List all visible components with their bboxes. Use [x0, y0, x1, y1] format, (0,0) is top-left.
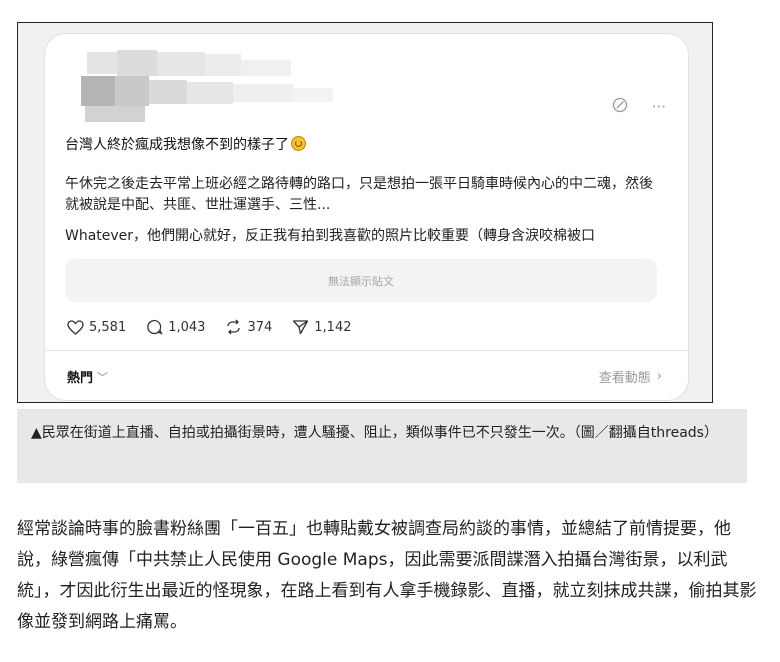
sort-label: 熱門 — [67, 371, 94, 386]
send-icon — [293, 320, 309, 335]
chevron-down-icon: ﹀ — [97, 370, 109, 384]
comment-button[interactable]: 1,043 — [146, 319, 205, 335]
edit-circle-icon[interactable] — [612, 97, 628, 117]
share-count: 1,142 — [314, 319, 352, 335]
comment-bubble-icon — [147, 319, 163, 335]
repost-count: 374 — [247, 319, 273, 335]
chevron-right-icon: › — [656, 369, 662, 384]
threads-screenshot: ··· 台灣人終於瘋成我想像不到的樣子了 午休完之後走去平常上班必經之路待轉的路… — [17, 22, 713, 403]
like-button[interactable]: 5,581 — [67, 320, 126, 335]
sort-dropdown[interactable]: 熱門 ﹀ — [67, 367, 109, 387]
more-options-icon[interactable]: ··· — [652, 98, 666, 116]
post-paragraph: Whatever，他們開心就好，反正我有拍到我喜歡的照片比較重要（轉身含淚咬棉被… — [65, 228, 596, 244]
smiling-face-emoji-icon — [291, 136, 306, 151]
share-button[interactable]: 1,142 — [292, 319, 351, 335]
like-count: 5,581 — [89, 319, 127, 335]
article-paragraph: 經常談論時事的臉書粉絲團「一百五」也轉貼戴女被調查局約談的事情，並總結了前情提要… — [17, 519, 757, 632]
repost-button[interactable]: 374 — [225, 319, 272, 335]
repost-icon — [227, 319, 241, 335]
post-body: 午休完之後走去平常上班必經之路待轉的路口，只是想拍一張平日騎車時候內心的中二魂，… — [65, 174, 665, 247]
view-activity-link[interactable]: 查看動態 › — [599, 367, 662, 386]
post-stats: 5,581 1,043 374 1,142 — [67, 319, 351, 335]
post-title: 台灣人終於瘋成我想像不到的樣子了 — [65, 134, 306, 154]
comment-count: 1,043 — [168, 319, 206, 335]
divider — [45, 350, 688, 351]
image-caption: ▲民眾在街道上直播、自拍或拍攝街景時，遭人騷擾、阻止，類似事件已不只發生一次。（… — [17, 409, 747, 483]
heart-icon — [67, 319, 84, 335]
post-paragraph: 午休完之後走去平常上班必經之路待轉的路口，只是想拍一張平日騎車時候內心的中二魂，… — [65, 176, 653, 213]
view-activity-label: 查看動態 — [598, 371, 651, 386]
post-card: ··· 台灣人終於瘋成我想像不到的樣子了 午休完之後走去平常上班必經之路待轉的路… — [44, 33, 689, 401]
hidden-post-notice: 無法顯示貼文 — [65, 259, 657, 302]
